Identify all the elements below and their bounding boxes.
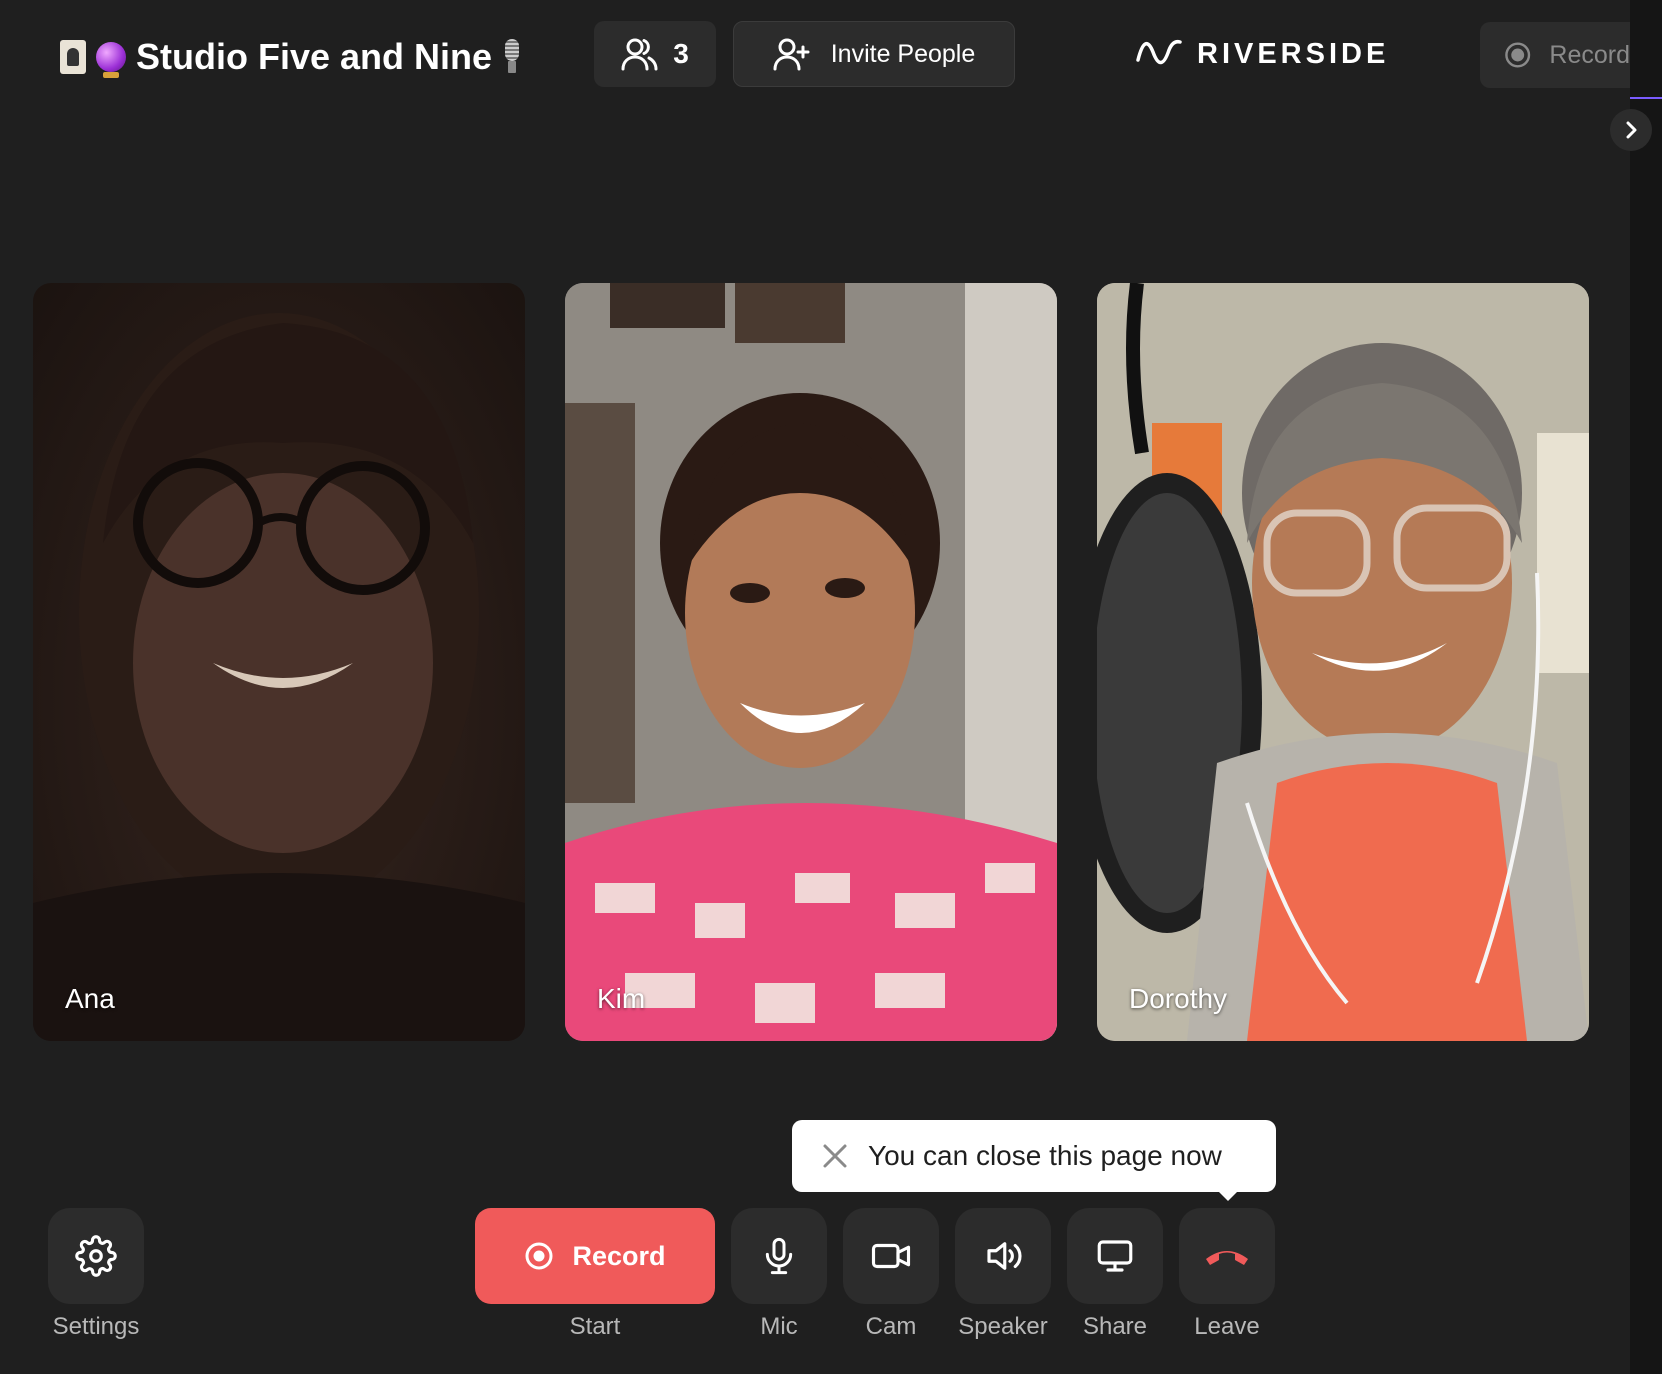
top-bar: Studio Five and Nine 3 Invite People RIV… <box>0 0 1662 110</box>
participant-name: Dorothy <box>1129 983 1228 1014</box>
mic-button[interactable] <box>731 1208 827 1304</box>
participant-video-dorothy <box>1097 283 1589 1041</box>
close-icon[interactable] <box>822 1143 848 1169</box>
participant-video-kim <box>565 283 1057 1041</box>
settings-label: Settings <box>52 1313 140 1340</box>
participant-count: 3 <box>673 38 689 69</box>
video-tile-dorothy[interactable]: Dorothy <box>1097 283 1589 1041</box>
side-panel-indicator <box>1630 97 1662 99</box>
wave-logo-icon <box>1136 39 1182 65</box>
toast-message: You can close this page now <box>868 1140 1222 1171</box>
record-button-label: Record <box>572 1240 666 1271</box>
participants-button[interactable]: 3 <box>594 21 716 87</box>
toast-pointer <box>1217 1190 1239 1201</box>
record-button[interactable]: Record <box>475 1208 715 1304</box>
room-title: Studio Five and Nine <box>60 32 522 82</box>
start-label: Start <box>569 1313 621 1340</box>
record-top-button[interactable]: Record <box>1480 22 1630 88</box>
brand-name: RIVERSIDE <box>1197 37 1390 70</box>
settings-button[interactable] <box>48 1208 144 1304</box>
crystal-ball-icon <box>96 42 126 78</box>
record-icon <box>525 1242 553 1270</box>
microphone-icon <box>765 1237 793 1275</box>
share-button[interactable] <box>1067 1208 1163 1304</box>
expand-panel-button[interactable] <box>1610 109 1652 151</box>
speaker-button[interactable] <box>955 1208 1051 1304</box>
speaker-icon <box>987 1242 1022 1270</box>
participant-name: Ana <box>65 983 115 1014</box>
monitor-icon <box>1097 1240 1133 1272</box>
cam-button[interactable] <box>843 1208 939 1304</box>
participant-name: Kim <box>597 983 646 1014</box>
studio-microphone-icon <box>502 39 522 75</box>
video-tile-ana[interactable]: Ana <box>33 283 525 1041</box>
room-title-text: Studio Five and Nine <box>136 36 493 77</box>
riverside-logo: RIVERSIDE <box>1135 34 1389 74</box>
invite-people-button[interactable]: Invite People <box>733 21 1015 87</box>
leave-button[interactable] <box>1179 1208 1275 1304</box>
record-dot-icon <box>1505 42 1531 68</box>
record-top-label: Record <box>1549 40 1630 69</box>
close-page-toast: You can close this page now <box>792 1120 1276 1192</box>
add-person-icon <box>773 38 810 71</box>
tarot-card-icon <box>60 40 86 74</box>
leave-label: Leave <box>1194 1313 1260 1340</box>
camera-icon <box>871 1243 911 1269</box>
hang-up-icon <box>1206 1251 1248 1265</box>
invite-people-label: Invite People <box>830 39 976 68</box>
side-panel <box>1630 0 1662 1374</box>
video-tile-kim[interactable]: Kim <box>565 283 1057 1041</box>
participant-video-ana <box>33 313 525 1041</box>
chevron-right-icon <box>1626 121 1637 139</box>
people-icon <box>621 38 658 71</box>
gear-icon <box>75 1235 117 1277</box>
